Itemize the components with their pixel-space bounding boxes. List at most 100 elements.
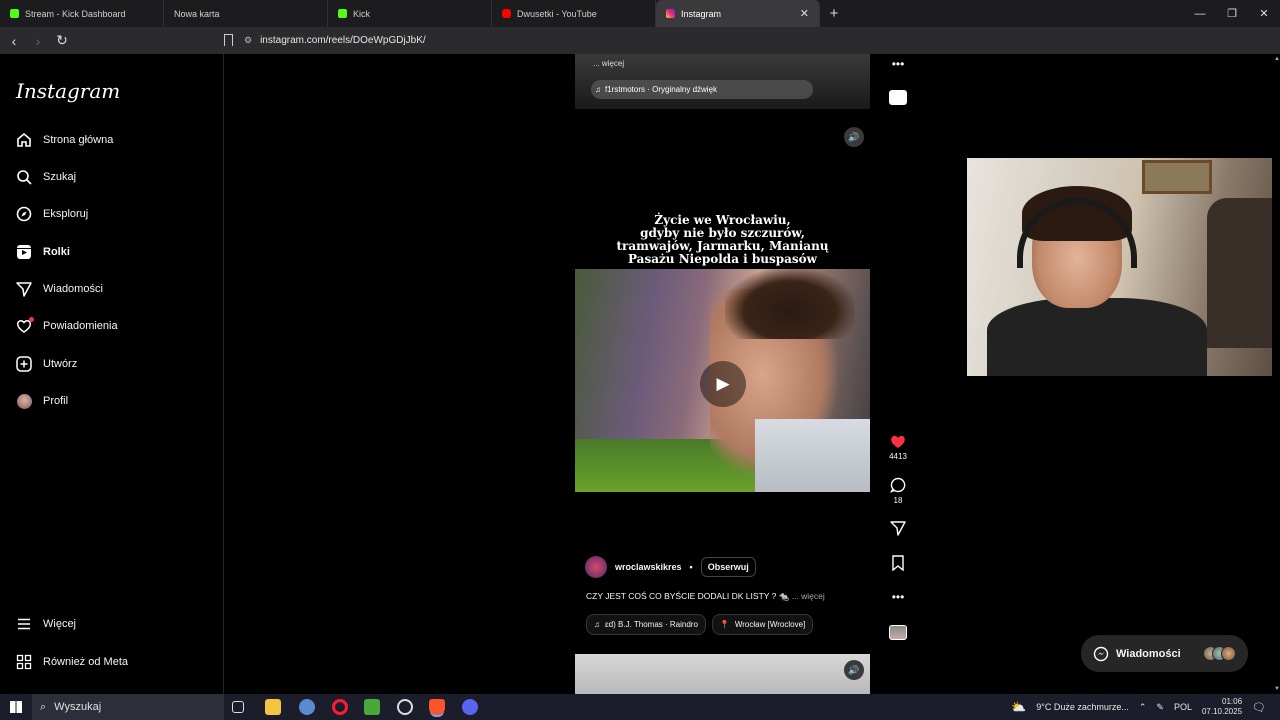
next-reel[interactable] bbox=[575, 654, 870, 694]
scroll-up-icon[interactable]: ▲ bbox=[1274, 56, 1280, 62]
reel-overlay-text: Życie we Wrocławiu, gdyby nie było szczu… bbox=[575, 214, 870, 266]
clock[interactable]: 01:06 07.10.2025 bbox=[1202, 697, 1242, 717]
volume-icon: 🔊 bbox=[848, 131, 860, 142]
like-action[interactable]: 4413 bbox=[886, 434, 910, 461]
comment-action[interactable]: 18 bbox=[886, 477, 910, 505]
video-subject-hair bbox=[725, 269, 855, 339]
windows-start-icon[interactable] bbox=[10, 701, 22, 713]
tab-kick[interactable]: Kick bbox=[328, 0, 492, 27]
chevron-up-icon[interactable]: ⌃ bbox=[1139, 702, 1147, 713]
forward-icon[interactable]: › bbox=[28, 33, 48, 49]
messages-bar[interactable]: Wiadomości bbox=[1081, 635, 1248, 672]
tab-youtube[interactable]: Dwusetki - YouTube bbox=[492, 0, 656, 27]
reel-video[interactable]: ▶ bbox=[575, 269, 870, 492]
audio-thumbnail[interactable] bbox=[886, 625, 910, 640]
tab-kick-dashboard[interactable]: Stream - Kick Dashboard bbox=[0, 0, 164, 27]
notification-dot bbox=[29, 317, 34, 322]
tab-new-tab[interactable]: Nowa karta bbox=[164, 0, 328, 27]
compass-icon bbox=[16, 206, 32, 222]
mute-toggle-button[interactable]: 🔊 bbox=[844, 127, 864, 147]
task-view-icon[interactable] bbox=[232, 701, 244, 713]
share-action[interactable] bbox=[886, 520, 910, 536]
music-note-icon: ♫ bbox=[595, 85, 601, 94]
heart-filled-icon bbox=[891, 435, 905, 448]
close-window-icon[interactable]: ✕ bbox=[1248, 0, 1280, 27]
instagram-favicon-icon bbox=[666, 9, 675, 18]
overlay-line: Pasażu Niepolda i buspasów bbox=[627, 252, 818, 266]
minimize-icon[interactable]: — bbox=[1184, 0, 1216, 27]
author-avatar[interactable] bbox=[585, 556, 607, 578]
prev-more-options-button[interactable]: ••• bbox=[886, 57, 910, 71]
brave-browser-icon[interactable] bbox=[429, 699, 445, 715]
reload-icon[interactable]: ↻ bbox=[52, 32, 72, 49]
url-field[interactable]: ⚙ instagram.com/reels/DOeWpGDjJbK/ bbox=[244, 31, 964, 50]
sidebar-item-label: Również od Meta bbox=[43, 656, 128, 668]
location-chip[interactable]: 📍 Wrocław [Wroclove] bbox=[711, 614, 814, 635]
more-options-button[interactable]: ••• bbox=[886, 590, 910, 604]
sidebar-item-messages[interactable]: Wiadomości bbox=[16, 281, 103, 297]
taskbar-search[interactable]: ⌕ Wyszukaj bbox=[32, 694, 224, 720]
language-indicator[interactable]: POL bbox=[1174, 702, 1192, 712]
weather-text[interactable]: 9°C Duże zachmurze... bbox=[1036, 702, 1129, 712]
sidebar-item-reels[interactable]: Rolki bbox=[16, 244, 70, 260]
audio-pill[interactable]: ♫ f1rstmotors · Oryginalny dźwięk bbox=[591, 80, 813, 99]
home-icon bbox=[16, 132, 32, 148]
streamer-body bbox=[987, 298, 1207, 376]
more-dots-icon: ••• bbox=[891, 57, 905, 71]
caption-more-link[interactable]: ... więcej bbox=[593, 59, 624, 68]
back-icon[interactable]: ‹ bbox=[4, 33, 24, 49]
reel-chips: ♫ ɛd) B.J. Thomas · Raindro 📍 Wrocław [Wro… bbox=[586, 614, 814, 635]
app-icon[interactable] bbox=[397, 699, 413, 715]
opera-icon[interactable] bbox=[332, 699, 348, 715]
play-button[interactable]: ▶ bbox=[700, 361, 746, 407]
notifications-icon[interactable]: 🗨 bbox=[1252, 701, 1266, 714]
sidebar-item-more[interactable]: Więcej bbox=[16, 616, 76, 632]
next-mute-toggle-button[interactable]: 🔊 bbox=[844, 660, 864, 680]
avatar-icon bbox=[16, 393, 32, 409]
kick-favicon-icon bbox=[10, 9, 19, 18]
sidebar-item-notifications[interactable]: Powiadomienia bbox=[16, 317, 118, 334]
sidebar-item-also-from-meta[interactable]: Również od Meta bbox=[16, 654, 128, 670]
author-username[interactable]: wroclawskikres bbox=[615, 562, 682, 572]
music-note-icon: ♫ bbox=[594, 620, 600, 629]
file-explorer-icon[interactable] bbox=[265, 699, 281, 715]
send-icon bbox=[890, 521, 906, 536]
app-icon[interactable] bbox=[364, 699, 380, 715]
sidebar-item-home[interactable]: Strona główna bbox=[16, 132, 113, 148]
bookmark-icon[interactable] bbox=[224, 34, 233, 46]
caption-text: CZY JEST COŚ CO BYŚCIE DODALI DK LISTY ?… bbox=[586, 591, 790, 601]
sidebar-item-explore[interactable]: Eksploruj bbox=[16, 206, 88, 222]
search-icon: ⌕ bbox=[40, 700, 47, 713]
sidebar-item-create[interactable]: Utwórz bbox=[16, 356, 77, 372]
site-settings-icon[interactable]: ⚙ bbox=[244, 35, 252, 46]
audio-thumbnail-icon bbox=[889, 625, 907, 640]
scroll-down-icon[interactable]: ▼ bbox=[1274, 686, 1280, 692]
save-action[interactable] bbox=[886, 555, 910, 571]
like-count: 4413 bbox=[889, 452, 907, 461]
app-icon[interactable] bbox=[299, 699, 315, 715]
separator-dot: • bbox=[689, 562, 693, 572]
tab-instagram[interactable]: Instagram ✕ bbox=[656, 0, 820, 27]
reels-icon bbox=[16, 244, 32, 260]
sidebar-item-label: Więcej bbox=[43, 618, 77, 630]
messages-label: Wiadomości bbox=[1116, 647, 1181, 660]
new-tab-button[interactable]: + bbox=[820, 0, 848, 27]
current-reel[interactable]: Życie we Wrocławiu, gdyby nie było szczu… bbox=[575, 204, 870, 492]
discord-icon[interactable] bbox=[462, 699, 478, 715]
caption-more-link[interactable]: ... więcej bbox=[792, 591, 825, 601]
sidebar-item-search[interactable]: Szukaj bbox=[16, 169, 76, 185]
comment-icon bbox=[890, 477, 906, 493]
previous-reel[interactable]: ... więcej ♫ f1rstmotors · Oryginalny dź… bbox=[575, 54, 870, 109]
page-scrollbar[interactable]: ▲ ▼ bbox=[1272, 54, 1280, 694]
instagram-logo[interactable]: Instagram bbox=[16, 79, 120, 103]
audio-chip[interactable]: ♫ ɛd) B.J. Thomas · Raindro bbox=[586, 614, 706, 635]
pen-icon[interactable]: ✎ bbox=[1156, 702, 1164, 713]
sidebar-item-profile[interactable]: Profil bbox=[16, 393, 68, 409]
follow-button[interactable]: Obserwuj bbox=[700, 557, 756, 577]
prev-audio-thumbnail[interactable] bbox=[886, 90, 910, 105]
restore-icon[interactable]: ❐ bbox=[1216, 0, 1248, 27]
tab-title: Nowa karta bbox=[174, 8, 220, 19]
reel-caption: CZY JEST COŚ CO BYŚCIE DODALI DK LISTY ?… bbox=[586, 591, 825, 602]
sidebar-item-label: Utwórz bbox=[43, 358, 78, 370]
close-tab-icon[interactable]: ✕ bbox=[800, 7, 809, 20]
